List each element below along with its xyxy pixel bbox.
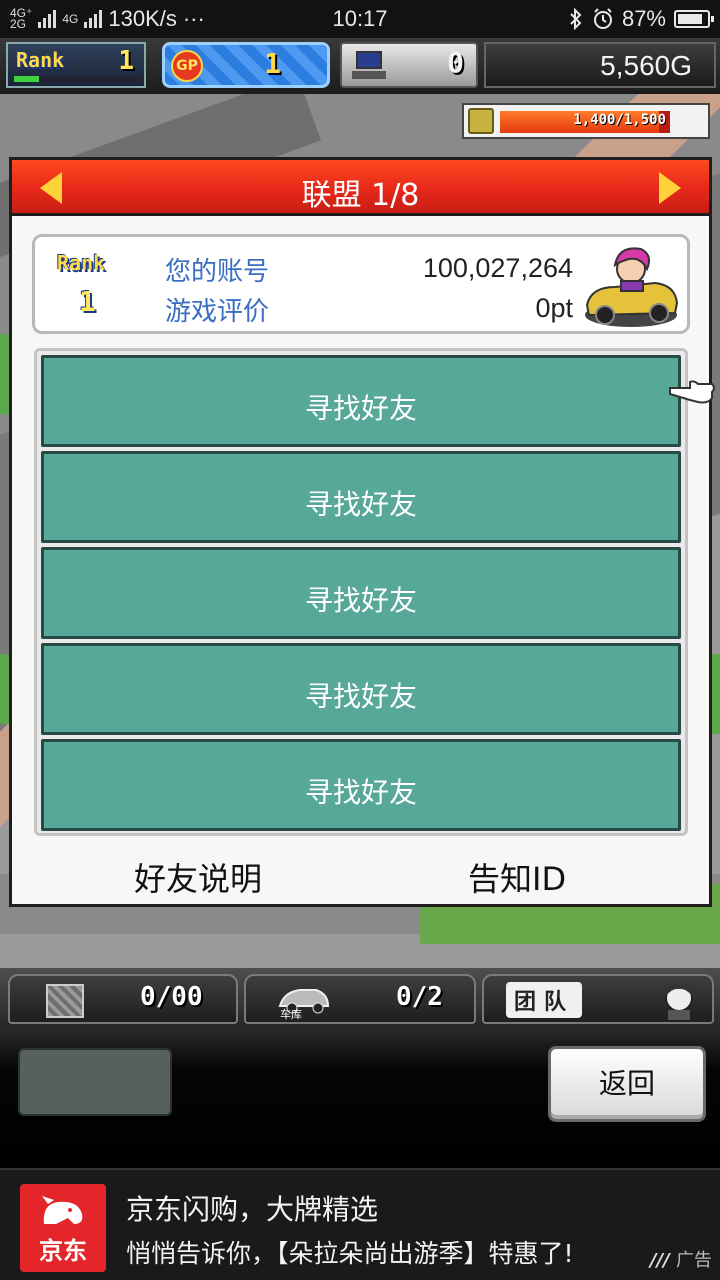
team-label: 团队 bbox=[506, 982, 583, 1018]
find-friend-label: 寻找好友 bbox=[304, 584, 417, 617]
gp-value: 1 bbox=[264, 47, 281, 80]
rank-progress-fill bbox=[14, 76, 39, 82]
status-right: 87% bbox=[568, 6, 714, 32]
ad-title: 京东闪购，大牌精选 bbox=[126, 1193, 379, 1226]
ad-tag-label: 广告 bbox=[676, 1250, 712, 1271]
crate-icon bbox=[46, 984, 84, 1018]
account-card: Rank 1 您的账号 游戏评价 100,027,264 0pt bbox=[32, 234, 690, 334]
friend-help-link[interactable]: 好友说明 bbox=[134, 854, 262, 900]
driver-car-avatar-icon bbox=[585, 247, 679, 327]
rank-box[interactable]: Rank 1 bbox=[6, 42, 146, 88]
battery-fill bbox=[678, 14, 703, 24]
pc-value: 0 bbox=[447, 46, 464, 79]
status-bar: 4G⁺ 2G 4G 130K/s ··· 10:17 87% bbox=[0, 0, 720, 38]
money-value: 5,560G bbox=[600, 50, 692, 81]
friend-slot[interactable]: 寻找好友 bbox=[41, 547, 681, 639]
rank-progress-bar bbox=[14, 76, 138, 82]
top-hud: Rank 1 GP 1 0 5,560G bbox=[0, 38, 720, 94]
battery-percent: 87% bbox=[621, 6, 666, 31]
jd-logo: 京东 bbox=[20, 1184, 106, 1272]
alarm-icon bbox=[593, 8, 612, 29]
find-friend-label: 寻找好友 bbox=[304, 680, 417, 713]
storage-count: 0/00 bbox=[140, 982, 203, 1012]
jd-logo-text: 京东 bbox=[39, 1237, 87, 1265]
next-page-arrow-icon[interactable] bbox=[659, 172, 681, 204]
computer-icon bbox=[352, 51, 388, 81]
bottom-tab-bar: 0/00 车库 0/2 团队 bbox=[0, 968, 720, 1028]
money-box: 5,560G bbox=[484, 42, 716, 88]
empty-item-slot[interactable] bbox=[18, 1048, 172, 1116]
dialog-title: 联盟 1/8 bbox=[301, 178, 420, 213]
garage-count: 0/2 bbox=[396, 982, 443, 1012]
tab-garage[interactable]: 车库 0/2 bbox=[244, 974, 476, 1024]
card-rank-value: 1 bbox=[79, 285, 96, 318]
card-rank-label: Rank bbox=[57, 251, 106, 275]
staff-face-icon bbox=[665, 982, 693, 1020]
bluetooth-icon bbox=[570, 8, 582, 30]
account-value: 100,027,264 bbox=[422, 253, 573, 283]
ad-tag: /// 广告 bbox=[650, 1246, 712, 1272]
friend-slot[interactable]: 寻找好友 bbox=[41, 739, 681, 831]
rank-value: 1 bbox=[118, 46, 134, 76]
gp-coin-icon: GP bbox=[171, 50, 203, 82]
return-button[interactable]: 返回 bbox=[548, 1046, 706, 1122]
share-id-link[interactable]: 告知ID bbox=[468, 854, 566, 900]
friend-slot[interactable]: 寻找好友 bbox=[41, 643, 681, 735]
rating-label: 游戏评价 bbox=[165, 297, 270, 327]
coin-stack-icon bbox=[468, 108, 494, 134]
ad-banner[interactable]: 京东 京东闪购，大牌精选 悄悄告诉你，【朵拉朵尚出游季】特惠了! /// 广告 bbox=[0, 1168, 720, 1280]
stamina-gauge: 1,400/1,500 bbox=[462, 103, 710, 139]
find-friend-label: 寻找好友 bbox=[304, 488, 417, 521]
friend-slot-list: 寻找好友 寻找好友 寻找好友 寻找好友 寻找好友 bbox=[34, 348, 688, 836]
alliance-dialog: 联盟 1/8 Rank 1 您的账号 游戏评价 100,027,264 0pt … bbox=[9, 157, 712, 907]
ad-subtitle: 悄悄告诉你，【朵拉朵尚出游季】特惠了! bbox=[126, 1239, 574, 1268]
ad-slashes-icon: /// bbox=[650, 1250, 676, 1271]
friend-slot[interactable]: 寻找好友 bbox=[41, 451, 681, 543]
tab-storage[interactable]: 0/00 bbox=[8, 974, 238, 1024]
gauge-text: 1,400/1,500 bbox=[573, 112, 666, 128]
find-friend-label: 寻找好友 bbox=[304, 776, 417, 809]
bottom-panel: 返回 bbox=[0, 1028, 720, 1168]
rating-value: 0pt bbox=[535, 293, 573, 323]
dialog-header: 联盟 1/8 bbox=[12, 160, 709, 216]
account-label: 您的账号 bbox=[165, 257, 270, 287]
friend-slot[interactable]: 寻找好友 bbox=[41, 355, 681, 447]
garage-label: 车库 bbox=[280, 1008, 302, 1021]
find-friend-label: 寻找好友 bbox=[304, 392, 417, 425]
battery-icon bbox=[674, 10, 714, 28]
pc-box[interactable]: 0 bbox=[340, 42, 478, 88]
rank-label: Rank bbox=[16, 48, 65, 72]
jd-dog-icon bbox=[42, 1196, 83, 1224]
pointing-hand-icon bbox=[669, 380, 715, 404]
tab-team[interactable]: 团队 bbox=[482, 974, 714, 1024]
gp-box[interactable]: GP 1 bbox=[162, 42, 330, 88]
